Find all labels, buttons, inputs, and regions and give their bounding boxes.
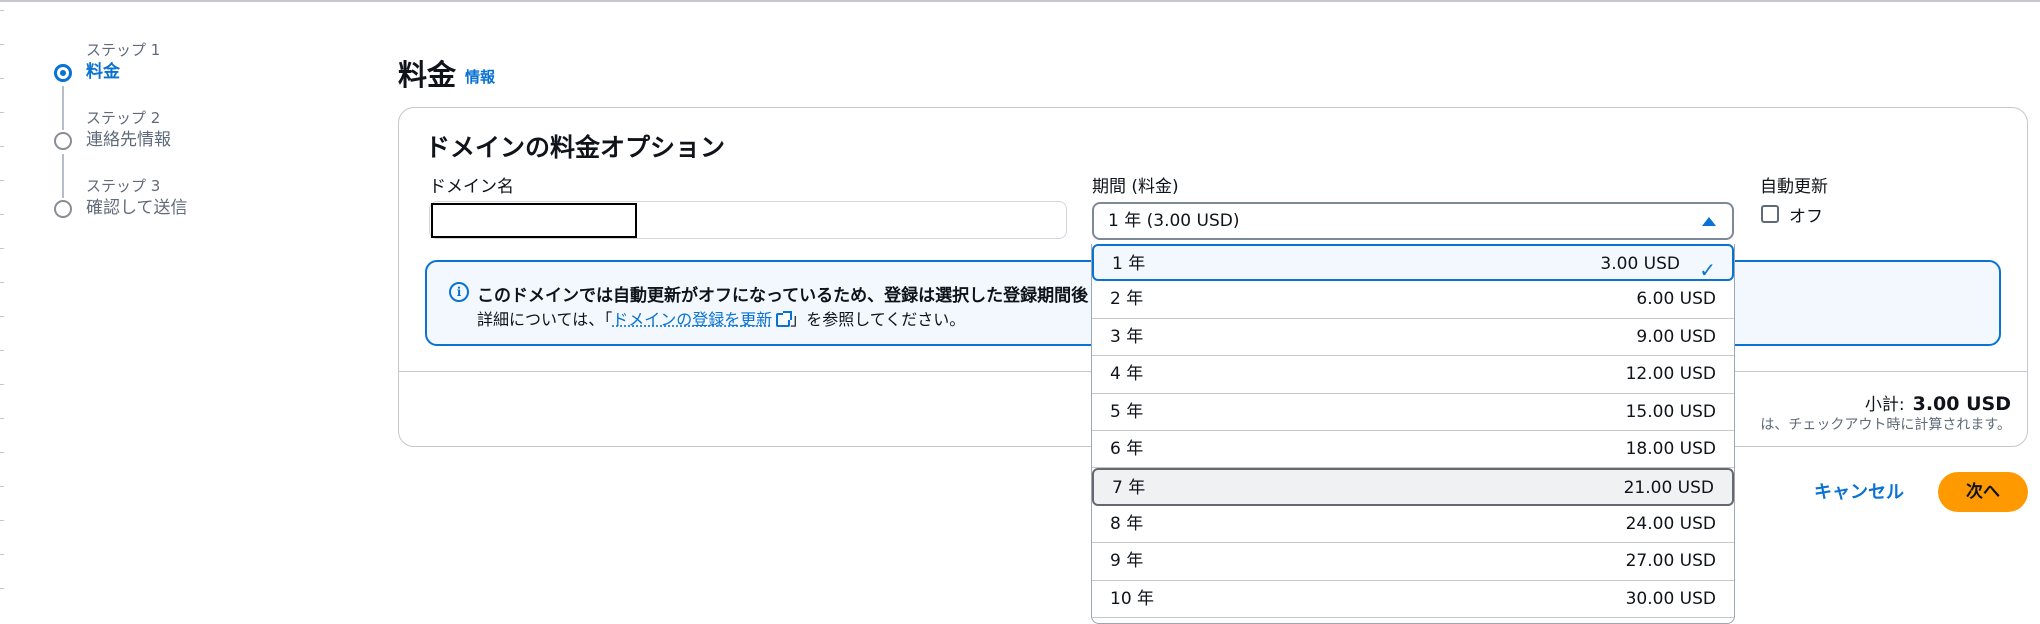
option-price: 15.00 USD [1625, 401, 1716, 422]
alert-body: 詳細については、「ドメインの登録を更新 」を参照してください。 [477, 306, 965, 330]
info-circle-icon: i [449, 282, 469, 302]
alert-heading: このドメインでは自動更新がオフになっているため、登録は選択した登録期間後 [477, 286, 1089, 306]
option-label: 5 年 [1110, 401, 1144, 422]
alert-prefix: 詳細については、「 [477, 310, 613, 329]
domain-name-label: ドメイン名 [429, 177, 514, 197]
option-price: 12.00 USD [1625, 364, 1716, 385]
option-price: 9.00 USD [1636, 326, 1716, 347]
subtotal-note: は、チェックアウト時に計算されます。 [1760, 417, 2011, 433]
option-price: 24.00 USD [1625, 513, 1716, 534]
period-option[interactable]: 2 年 6.00 USD [1092, 281, 1734, 319]
option-label: 1 年 [1112, 254, 1146, 274]
step-review: ステップ 3 確認して送信 [52, 176, 312, 244]
step-pricing[interactable]: ステップ 1 料金 [52, 40, 312, 130]
step-label: 確認して送信 [86, 198, 188, 218]
page-title: 料金 [398, 58, 457, 92]
auto-renew-label: 自動更新 [1760, 177, 1828, 197]
domain-name-value [431, 203, 637, 238]
option-label: 3 年 [1110, 326, 1144, 347]
step-active-radio-icon [54, 64, 72, 82]
period-option[interactable]: 3 年 9.00 USD [1092, 319, 1734, 357]
period-option[interactable]: 7 年 21.00 USD [1092, 468, 1734, 506]
option-label: 4 年 [1110, 364, 1144, 385]
step-number: ステップ 1 [86, 41, 161, 59]
period-option[interactable]: 5 年 15.00 USD [1092, 394, 1734, 431]
renew-registration-link[interactable]: ドメインの登録を更新 [612, 310, 772, 329]
left-edge-ticks [0, 10, 4, 620]
subtotal-label: 小計: [1864, 395, 1905, 415]
alert-suffix: 」を参照してください。 [790, 310, 966, 329]
panel-title: ドメインの料金オプション [425, 133, 726, 162]
period-dropdown-list: 1 年 3.00 USD ✓ 2 年 6.00 USD 3 年 9.00 USD 4 年 12.… [1091, 244, 1735, 624]
period-select-value: 1 年 (3.00 USD) [1108, 211, 1240, 231]
info-link[interactable]: 情報 [465, 66, 495, 87]
option-price: 30.00 USD [1625, 588, 1716, 609]
step-radio-icon [54, 132, 72, 150]
step-number: ステップ 2 [86, 109, 161, 127]
period-option[interactable]: 4 年 12.00 USD [1092, 356, 1734, 394]
option-label: 8 年 [1110, 513, 1144, 534]
period-option[interactable]: 10 年 30.00 USD [1092, 581, 1734, 618]
step-label: 連絡先情報 [86, 130, 171, 150]
period-option[interactable]: 6 年 18.00 USD [1092, 431, 1734, 469]
option-price: 21.00 USD [1623, 478, 1714, 499]
option-price: 27.00 USD [1625, 551, 1716, 572]
option-label: 9 年 [1110, 551, 1144, 572]
step-number: ステップ 3 [86, 177, 161, 195]
period-option[interactable]: 9 年 27.00 USD [1092, 543, 1734, 581]
option-price: 18.00 USD [1625, 438, 1716, 459]
external-link-icon [776, 311, 793, 327]
caret-up-icon [1702, 217, 1716, 226]
option-price: 6.00 USD [1636, 289, 1716, 310]
subtotal-value: 3.00 USD [1912, 393, 2011, 415]
top-border [0, 0, 2040, 4]
option-label: 6 年 [1110, 438, 1144, 459]
step-contact: ステップ 2 連絡先情報 [52, 108, 312, 198]
auto-renew-checkbox[interactable] [1761, 205, 1779, 223]
option-price: 3.00 USD [1600, 254, 1680, 274]
period-option[interactable]: 8 年 24.00 USD [1092, 506, 1734, 544]
option-label: 7 年 [1112, 478, 1146, 499]
auto-renew-value: オフ [1789, 207, 1823, 227]
period-option[interactable]: 1 年 3.00 USD ✓ [1092, 244, 1734, 282]
period-select[interactable]: 1 年 (3.00 USD) [1092, 202, 1734, 240]
option-label: 2 年 [1110, 289, 1144, 310]
next-button[interactable]: 次へ [1938, 472, 2028, 512]
step-label: 料金 [86, 62, 120, 82]
step-radio-icon [54, 200, 72, 218]
wizard-steps: ステップ 1 料金 ステップ 2 連絡先情報 ステップ 3 確認して送信 [52, 40, 312, 244]
cancel-button[interactable]: キャンセル [1814, 478, 1904, 504]
period-label: 期間 (料金) [1092, 177, 1179, 197]
subtotal: 小計: 3.00 USD [1865, 390, 2011, 415]
option-label: 10 年 [1110, 588, 1155, 609]
